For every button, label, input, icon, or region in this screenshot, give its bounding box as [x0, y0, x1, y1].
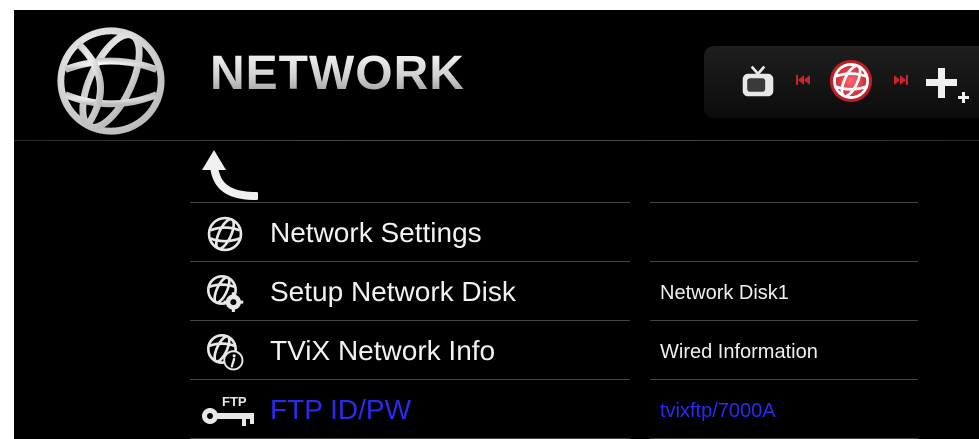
menu-value-setup-network-disk: Network Disk1 — [650, 262, 918, 321]
page-title: NETWORK — [210, 47, 465, 100]
plus-icon[interactable] — [926, 66, 972, 104]
menu-item-setup-network-disk[interactable]: Setup Network Disk — [190, 262, 630, 321]
menu-item-label: Setup Network Disk — [270, 276, 516, 307]
svg-text:FTP: FTP — [222, 394, 247, 409]
category-nav — [704, 46, 979, 118]
menu-item-value: tvixftp/7000A — [660, 400, 776, 422]
skip-forward-icon[interactable] — [894, 74, 908, 86]
menu-item-value: Wired Information — [660, 341, 818, 363]
ftp-key-icon: FTP — [202, 394, 254, 426]
globe-gear-icon — [206, 274, 244, 312]
menu-item-tvix-network-info[interactable]: TViX Network Info — [190, 321, 630, 380]
menu-value-network-settings — [650, 203, 918, 262]
menu-item-label: FTP ID/PW — [270, 394, 412, 425]
menu-item-value: Network Disk1 — [660, 282, 789, 304]
header-divider — [14, 140, 979, 141]
menu-item-label: Network Settings — [270, 217, 482, 248]
network-screen: NETWORK Network Settings Setup Network D… — [14, 10, 979, 439]
skip-back-icon[interactable] — [796, 74, 810, 86]
menu-item-network-settings[interactable]: Network Settings — [190, 203, 630, 262]
menu-value-back — [650, 144, 918, 203]
tv-icon[interactable] — [740, 63, 776, 99]
menu-item-label: TViX Network Info — [270, 335, 496, 366]
menu-value-tvix-network-info: Wired Information — [650, 321, 918, 380]
menu-value-ftp-id-pw: tvixftp/7000A — [650, 380, 918, 439]
menu-item-ftp-id-pw[interactable]: FTP FTP ID/PW — [190, 380, 630, 439]
globe-icon[interactable] — [828, 58, 874, 104]
globe-logo-icon — [57, 27, 165, 135]
globe-info-icon — [206, 333, 244, 371]
globe-icon — [207, 216, 243, 252]
menu-row-back[interactable] — [190, 144, 630, 203]
